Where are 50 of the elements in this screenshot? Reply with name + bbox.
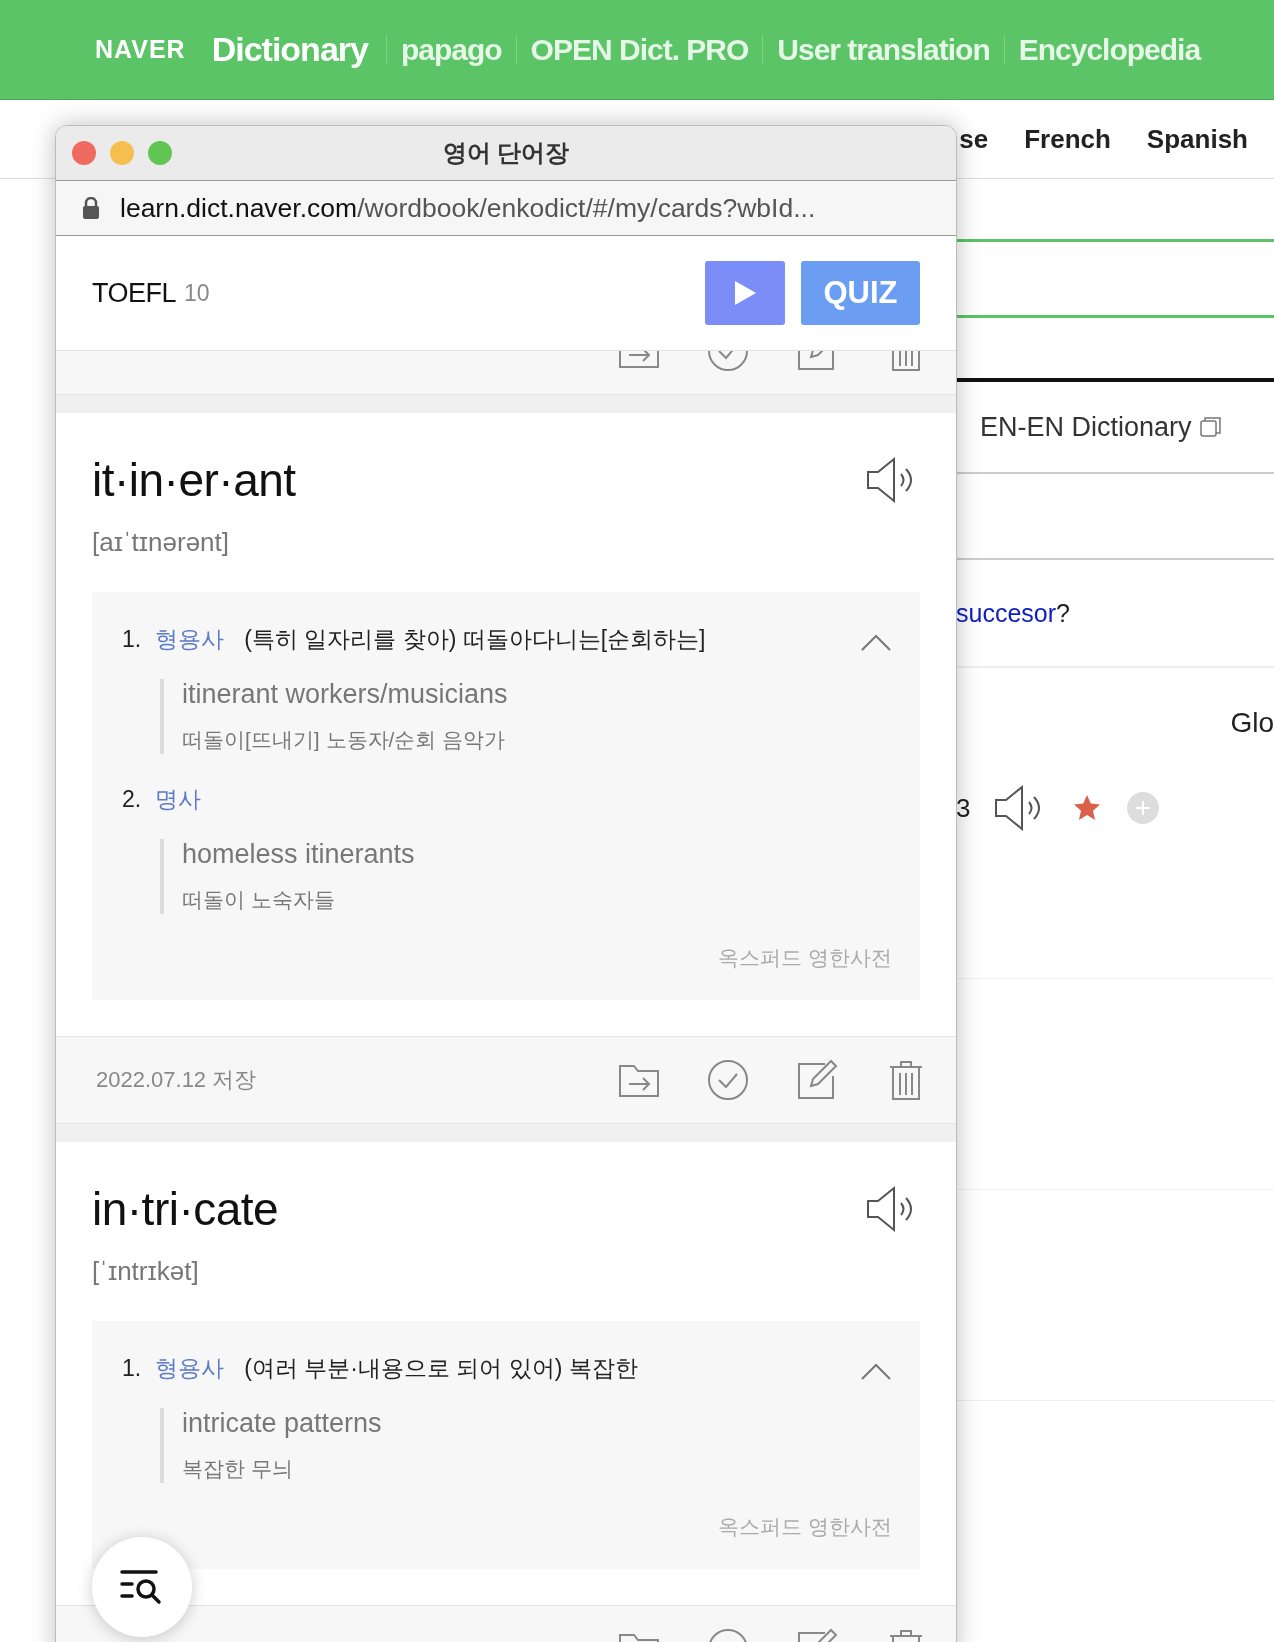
- example-sentence: homeless itinerants: [182, 839, 416, 870]
- headword: it·in·er·ant: [92, 453, 296, 507]
- dictionary-link[interactable]: EN-EN Dictionary: [980, 411, 1192, 443]
- part-of-speech: 형용사: [155, 625, 225, 654]
- nav-link[interactable]: papago: [400, 32, 502, 67]
- example-sentence: intricate patterns: [182, 1408, 383, 1439]
- source-label: 옥스퍼드 영한사전: [718, 945, 892, 971]
- section-heading: Glo: [1230, 707, 1274, 739]
- lock-icon: [82, 197, 100, 219]
- quiz-button[interactable]: QUIZ: [801, 261, 920, 325]
- maximize-button[interactable]: [148, 141, 172, 165]
- part-of-speech: 형용사: [155, 1354, 225, 1383]
- wordbook-name: TOEFL: [92, 277, 177, 309]
- example-translation: 떠돌이[뜨내기] 노동자/순회 음악가: [182, 727, 507, 753]
- close-button[interactable]: [72, 141, 96, 165]
- nav-link[interactable]: Encyclopedia: [1018, 32, 1201, 67]
- pronunciation: [ˈɪntrɪkət]: [92, 1256, 200, 1287]
- nav-link[interactable]: User translation: [777, 32, 990, 67]
- suggestion-text: succesor?: [956, 598, 1070, 628]
- meaning-text: (특히 일자리를 찾아) 떠돌아다니는[순회하는]: [244, 625, 706, 654]
- word-count: 10: [184, 279, 210, 307]
- sense-number: 1.: [122, 626, 142, 653]
- headword: in·tri·cate: [92, 1182, 279, 1236]
- meaning-text: (여러 부분·내용으로 되어 있어) 복잡한: [244, 1354, 638, 1383]
- example-translation: 복잡한 무늬: [182, 1456, 294, 1482]
- saved-date: 2022.07.12 저장: [96, 1066, 258, 1094]
- address-bar[interactable]: learn.dict.naver.com/wordbook/enkodict/#/my/cards?wbId...: [56, 180, 956, 236]
- sense-number: 1.: [122, 1355, 142, 1382]
- nav-link[interactable]: OPEN Dict. PRO: [530, 32, 749, 67]
- count-text: 3: [956, 792, 971, 824]
- example-sentence: itinerant workers/musicians: [182, 679, 509, 710]
- site-title[interactable]: Dictionary: [211, 30, 368, 69]
- copy-icon: [1199, 416, 1222, 438]
- url-text: learn.dict.naver.com/wordbook/enkodict/#/my/cards?wbId...: [120, 192, 816, 224]
- site-logo[interactable]: NAVER: [95, 35, 186, 64]
- language-tab[interactable]: French: [1024, 123, 1111, 155]
- window-title: 영어 단어장: [442, 138, 570, 168]
- caret-up-icon[interactable]: [860, 632, 892, 652]
- pronunciation: [aɪˈtɪnərənt]: [92, 527, 231, 558]
- example-translation: 떠돌이 노숙자들: [182, 887, 336, 913]
- caret-up-icon[interactable]: [860, 1361, 892, 1381]
- sense-number: 2.: [122, 786, 142, 813]
- source-label: 옥스퍼드 영한사전: [718, 1514, 892, 1540]
- language-tab[interactable]: se: [959, 123, 989, 155]
- play-button[interactable]: [705, 261, 785, 325]
- play-icon: [733, 280, 757, 306]
- language-tab[interactable]: Spanish: [1146, 123, 1248, 155]
- star-icon[interactable]: [1072, 793, 1103, 823]
- part-of-speech: 명사: [155, 785, 202, 814]
- suggestion-link[interactable]: succesor: [956, 598, 1057, 627]
